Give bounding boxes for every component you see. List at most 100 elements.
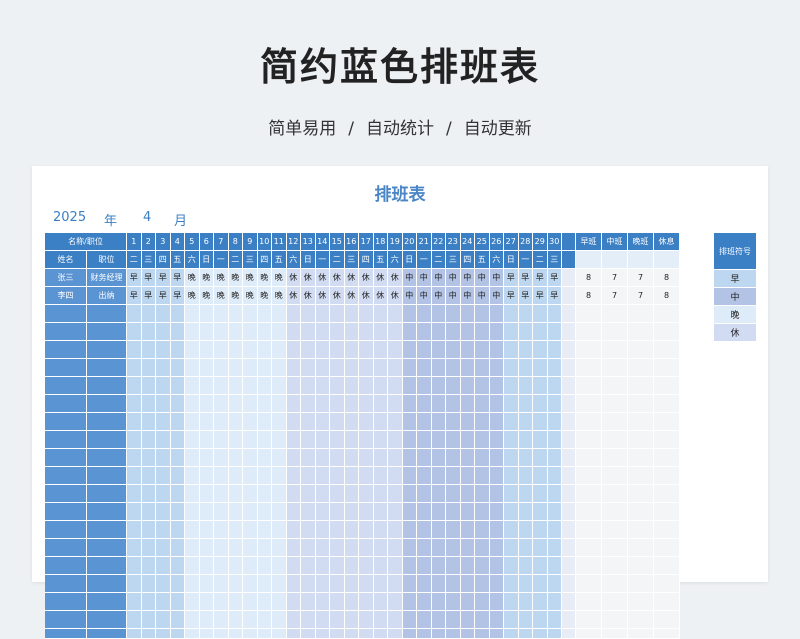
shift-cell[interactable] [388,359,403,377]
shift-cell[interactable] [388,539,403,557]
shift-cell[interactable] [460,395,475,413]
shift-cell[interactable] [431,431,446,449]
shift-cell[interactable] [141,305,156,323]
shift-cell[interactable] [388,593,403,611]
shift-cell[interactable] [547,485,562,503]
shift-cell[interactable] [489,341,504,359]
shift-cell[interactable]: 休 [330,287,345,305]
shift-cell[interactable] [533,305,548,323]
shift-cell[interactable] [257,575,272,593]
shift-cell[interactable] [286,485,301,503]
shift-cell[interactable] [127,557,142,575]
employee-name[interactable] [45,377,87,395]
shift-cell[interactable] [518,593,533,611]
shift-cell[interactable] [475,449,490,467]
shift-cell[interactable] [315,521,330,539]
shift-cell[interactable] [388,395,403,413]
shift-cell[interactable] [214,305,229,323]
shift-cell[interactable] [315,449,330,467]
shift-cell[interactable] [446,575,461,593]
shift-cell[interactable] [504,341,519,359]
shift-cell[interactable] [257,611,272,629]
shift-cell[interactable] [156,575,171,593]
shift-cell[interactable] [460,503,475,521]
shift-cell[interactable]: 休 [330,269,345,287]
shift-cell[interactable] [286,305,301,323]
shift-cell[interactable] [431,539,446,557]
shift-cell[interactable] [475,557,490,575]
shift-cell[interactable] [475,431,490,449]
shift-cell[interactable] [170,359,185,377]
shift-cell[interactable] [330,503,345,521]
shift-cell[interactable] [243,557,258,575]
shift-cell[interactable] [243,521,258,539]
shift-cell[interactable] [243,431,258,449]
employee-position[interactable] [87,575,127,593]
shift-cell[interactable] [170,395,185,413]
shift-cell[interactable] [141,485,156,503]
shift-cell[interactable]: 中 [489,269,504,287]
shift-cell[interactable] [170,611,185,629]
shift-cell[interactable] [199,521,214,539]
shift-cell[interactable]: 休 [359,287,374,305]
shift-cell[interactable] [373,431,388,449]
shift-cell[interactable] [214,323,229,341]
shift-cell[interactable] [402,431,417,449]
shift-cell[interactable]: 休 [344,287,359,305]
shift-cell[interactable] [373,395,388,413]
shift-cell[interactable] [417,575,432,593]
shift-cell[interactable] [504,611,519,629]
shift-cell[interactable] [417,485,432,503]
shift-cell[interactable]: 早 [533,269,548,287]
shift-cell[interactable] [344,431,359,449]
shift-cell[interactable] [170,377,185,395]
shift-cell[interactable] [214,395,229,413]
shift-cell[interactable] [388,503,403,521]
shift-cell[interactable] [228,305,243,323]
shift-cell[interactable] [431,503,446,521]
shift-cell[interactable] [533,611,548,629]
shift-cell[interactable] [228,395,243,413]
shift-cell[interactable] [446,323,461,341]
shift-cell[interactable] [315,467,330,485]
shift-cell[interactable] [214,629,229,639]
shift-cell[interactable] [170,557,185,575]
shift-cell[interactable] [417,521,432,539]
shift-cell[interactable] [373,521,388,539]
employee-position[interactable] [87,521,127,539]
shift-cell[interactable] [344,413,359,431]
employee-name[interactable] [45,557,87,575]
shift-cell[interactable] [228,413,243,431]
shift-cell[interactable] [185,449,200,467]
shift-cell[interactable] [286,539,301,557]
shift-cell[interactable] [199,485,214,503]
shift-cell[interactable] [460,611,475,629]
shift-cell[interactable] [533,557,548,575]
shift-cell[interactable] [286,395,301,413]
shift-cell[interactable]: 晚 [243,269,258,287]
shift-cell[interactable] [330,593,345,611]
shift-cell[interactable] [489,377,504,395]
shift-cell[interactable] [301,305,316,323]
employee-position[interactable] [87,395,127,413]
shift-cell[interactable] [417,539,432,557]
shift-cell[interactable] [547,629,562,639]
shift-cell[interactable] [199,629,214,639]
shift-cell[interactable] [344,575,359,593]
shift-cell[interactable] [315,593,330,611]
shift-cell[interactable]: 休 [286,269,301,287]
shift-cell[interactable] [127,629,142,639]
shift-cell[interactable] [214,593,229,611]
shift-cell[interactable] [243,593,258,611]
shift-cell[interactable] [446,629,461,639]
shift-cell[interactable] [402,323,417,341]
shift-cell[interactable] [170,539,185,557]
shift-cell[interactable] [417,593,432,611]
shift-cell[interactable] [373,323,388,341]
shift-cell[interactable] [156,377,171,395]
shift-cell[interactable]: 休 [301,287,316,305]
shift-cell[interactable] [547,611,562,629]
shift-cell[interactable] [460,449,475,467]
shift-cell[interactable] [286,449,301,467]
shift-cell[interactable] [330,521,345,539]
